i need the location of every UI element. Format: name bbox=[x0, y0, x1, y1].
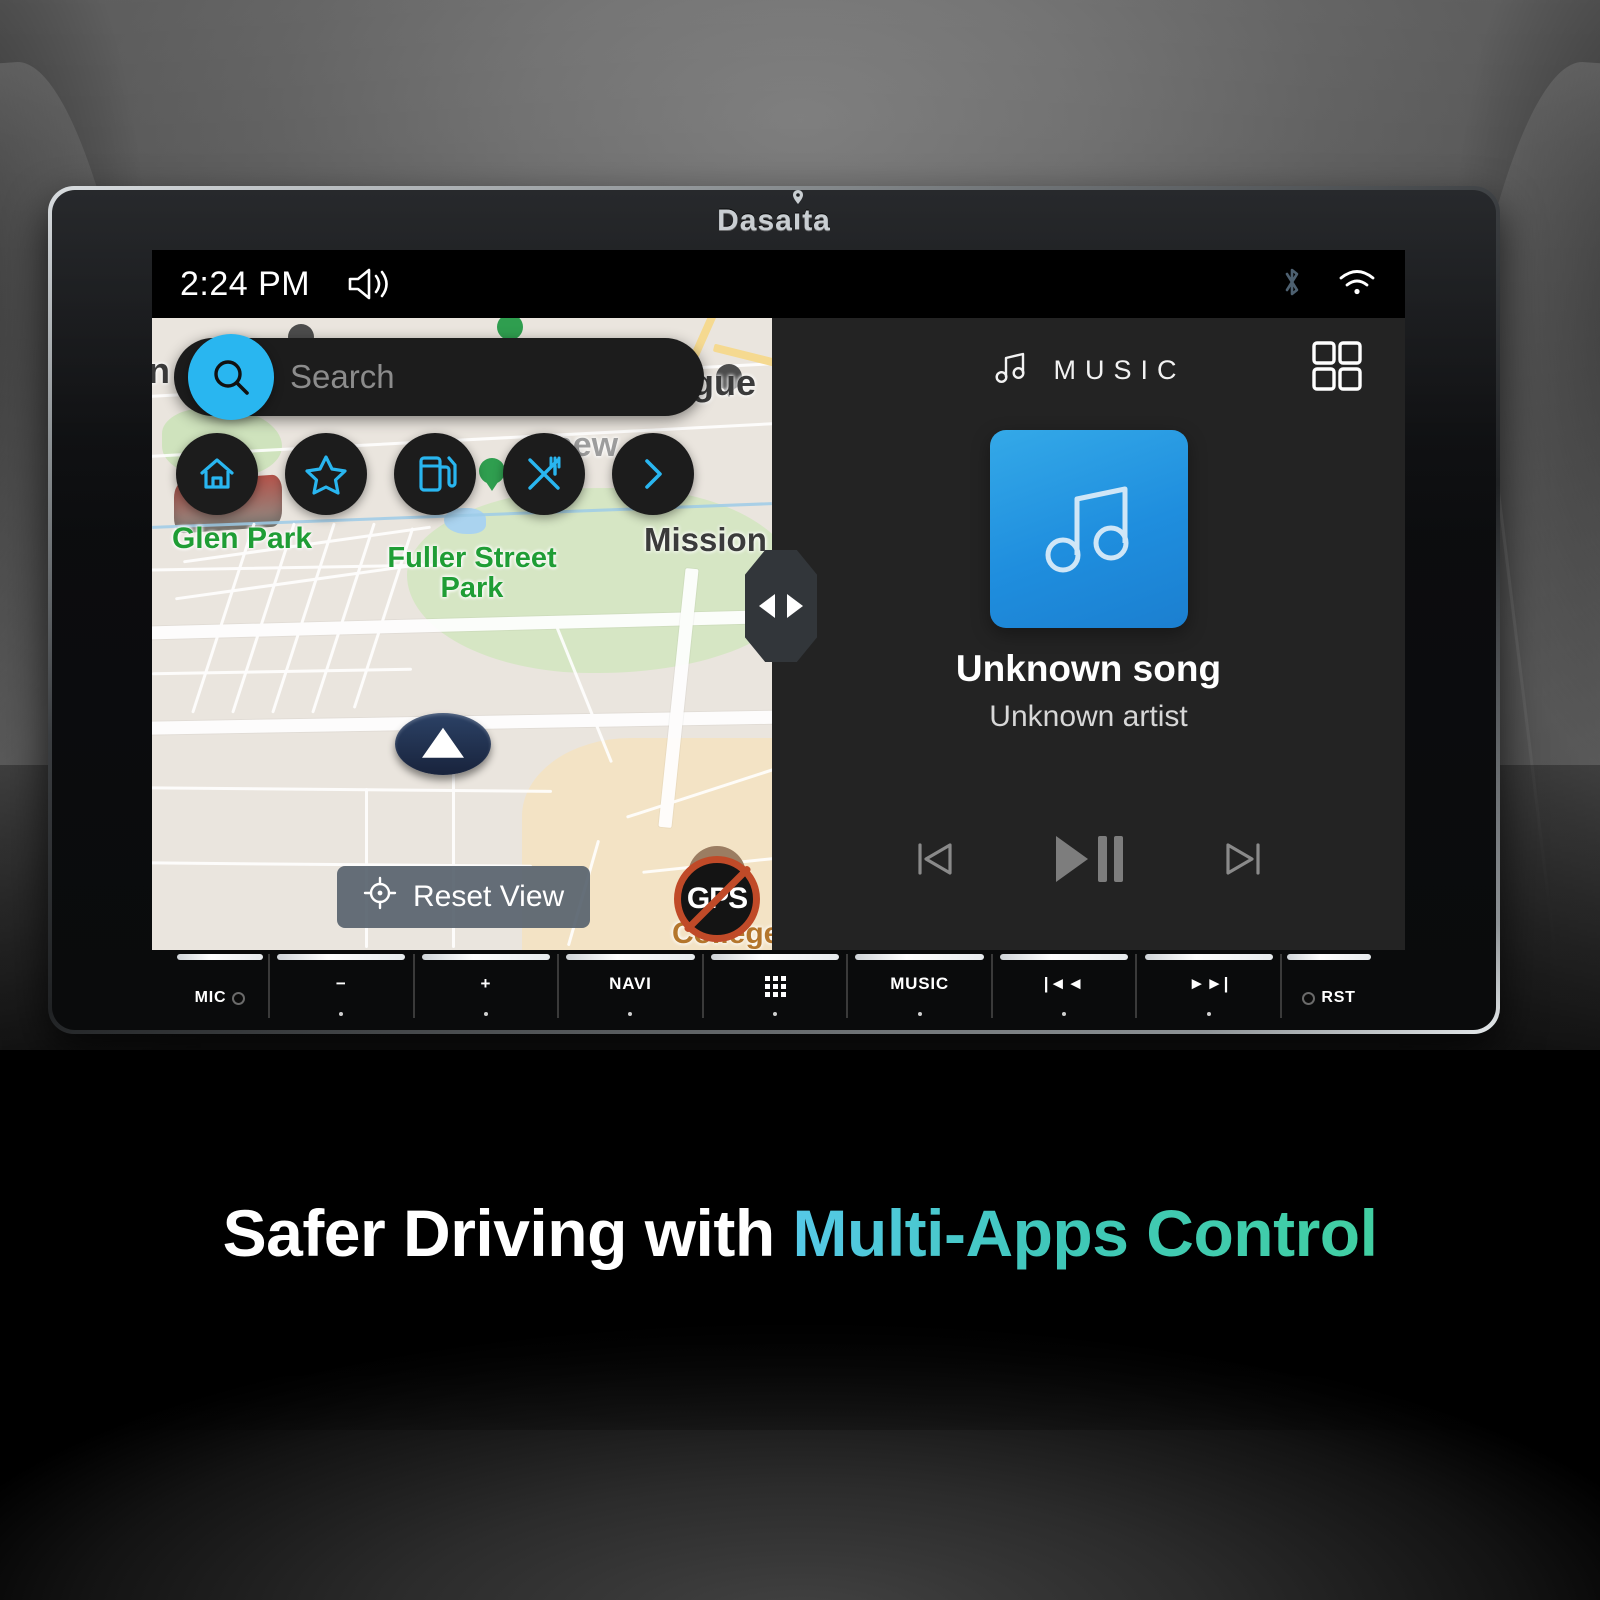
skip-forward-icon[interactable] bbox=[1218, 833, 1270, 890]
bluetooth-icon bbox=[1281, 265, 1303, 304]
triangle-right-icon bbox=[787, 594, 803, 618]
quick-more-button[interactable] bbox=[612, 433, 694, 515]
search-icon[interactable] bbox=[188, 334, 274, 420]
map-label: Glen Park bbox=[171, 522, 313, 555]
reset-view-label: Reset View bbox=[413, 880, 565, 913]
wifi-icon bbox=[1337, 267, 1377, 302]
reset-pinhole-icon bbox=[1302, 991, 1316, 1005]
reset-label: RST bbox=[1321, 989, 1356, 1006]
mic-hole-icon bbox=[232, 991, 246, 1005]
screenshot-root: Safer Driving with Multi-Apps Control Da… bbox=[0, 0, 1600, 1600]
map-label: Fuller Street Park bbox=[387, 542, 557, 605]
app-grid-button[interactable] bbox=[1311, 340, 1363, 397]
hardware-button-navi[interactable]: NAVI bbox=[557, 954, 702, 1018]
brand-pin-icon: ı bbox=[792, 190, 803, 237]
brand-logo: Dasa ıta bbox=[52, 190, 1496, 238]
hardware-button-previous[interactable]: |◄◄ bbox=[990, 954, 1136, 1018]
artist-name: Unknown artist bbox=[989, 700, 1188, 733]
song-title: Unknown song bbox=[955, 648, 1222, 689]
hardware-button-mic[interactable]: MIC bbox=[172, 954, 268, 1018]
reset-view-button[interactable]: Reset View bbox=[337, 866, 591, 928]
split-screen: n P gue new Glen Park Fuller Street Park… bbox=[152, 318, 1405, 950]
hardware-button-volume-down[interactable]: − bbox=[268, 954, 413, 1018]
caption-part-2: Multi-Apps Control bbox=[792, 1196, 1378, 1270]
playback-controls bbox=[772, 828, 1405, 895]
volume-down-label: − bbox=[335, 974, 347, 993]
head-unit-face: Dasa ıta 2:24 PM n gue new Glen Park Ful… bbox=[52, 190, 1496, 1030]
quick-fuel-button[interactable] bbox=[394, 433, 476, 515]
map-quick-actions bbox=[176, 433, 694, 515]
hardware-button-volume-up[interactable]: + bbox=[412, 954, 558, 1018]
quick-home-button[interactable] bbox=[176, 433, 258, 515]
music-pane: MUSIC Unknown song Unknown artist bbox=[772, 318, 1405, 950]
quick-restaurants-button[interactable] bbox=[503, 433, 585, 515]
clock: 2:24 PM bbox=[180, 264, 311, 303]
hardware-button-music[interactable]: MUSIC bbox=[846, 954, 991, 1018]
gps-no-signal-badge: GPS bbox=[674, 846, 760, 942]
volume-up-label: + bbox=[480, 974, 492, 993]
hardware-button-apps[interactable] bbox=[701, 954, 847, 1018]
app-grid-icon bbox=[764, 976, 786, 997]
volume-icon[interactable] bbox=[346, 264, 390, 304]
head-unit: Dasa ıta 2:24 PM n gue new Glen Park Ful… bbox=[48, 186, 1500, 1034]
next-label: ►►| bbox=[1188, 974, 1230, 993]
split-divider-handle[interactable] bbox=[745, 550, 817, 662]
music-header-title: MUSIC bbox=[1053, 354, 1186, 385]
navi-label: NAVI bbox=[609, 974, 652, 993]
hardware-button-bar: MIC − + NAVI MUSIC |◄◄ ►►| RST bbox=[172, 954, 1376, 1018]
music-label: MUSIC bbox=[890, 974, 949, 993]
caption-part-1: Safer Driving with bbox=[222, 1196, 793, 1270]
vehicle-position-marker bbox=[395, 713, 491, 775]
previous-label: |◄◄ bbox=[1043, 974, 1085, 993]
search-input[interactable]: Search bbox=[290, 358, 395, 396]
music-note-icon bbox=[992, 349, 1030, 392]
triangle-left-icon bbox=[759, 594, 775, 618]
crosshair-icon bbox=[363, 876, 397, 918]
promo-caption: Safer Driving with Multi-Apps Control bbox=[0, 1195, 1600, 1271]
hardware-button-next[interactable]: ►►| bbox=[1135, 954, 1280, 1018]
map-label: Mission bbox=[644, 521, 767, 558]
skip-back-icon[interactable] bbox=[908, 833, 960, 890]
status-bar: 2:24 PM bbox=[152, 250, 1405, 318]
brand-text: Dasa ıta bbox=[717, 190, 831, 237]
quick-favorites-button[interactable] bbox=[285, 433, 367, 515]
map-pane[interactable]: n P gue new Glen Park Fuller Street Park… bbox=[152, 318, 772, 950]
status-icons bbox=[1281, 265, 1377, 304]
mic-label: MIC bbox=[194, 989, 227, 1006]
play-pause-icon[interactable] bbox=[1050, 828, 1128, 895]
promo-lower-area bbox=[0, 1050, 1600, 1600]
map-search-bar[interactable]: Search bbox=[174, 334, 704, 420]
hardware-button-reset[interactable]: RST bbox=[1280, 954, 1376, 1018]
lcd-screen: 2:24 PM n gue new Glen Park Fuller Stree… bbox=[152, 250, 1405, 950]
album-art[interactable] bbox=[989, 430, 1188, 628]
